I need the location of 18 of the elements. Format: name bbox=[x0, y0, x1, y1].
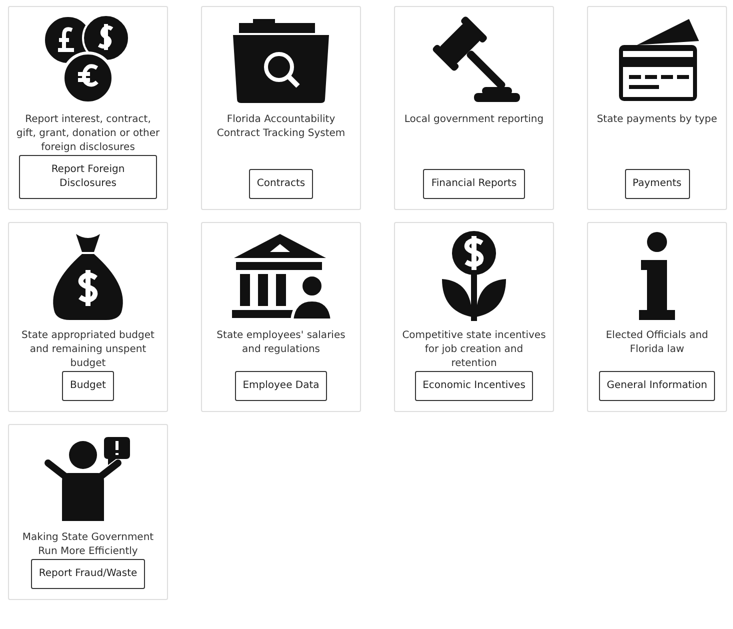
card-button[interactable]: Financial Reports bbox=[423, 169, 525, 199]
card-description: State appropriated budget and remaining unspent budget bbox=[20, 329, 156, 371]
card-button[interactable]: Payments bbox=[624, 169, 690, 199]
card-description: Florida Accountability Contract Tracking System bbox=[216, 113, 346, 141]
card-description: Competitive state incentives for job creation and retention bbox=[401, 329, 547, 371]
card-description: Making State Government Run More Efficiently bbox=[21, 531, 155, 559]
card-button[interactable]: Report Fraud/Waste bbox=[30, 559, 146, 589]
card-description: Elected Officials and Florida law bbox=[604, 329, 710, 357]
card-button[interactable]: General Information bbox=[598, 371, 716, 401]
card-button[interactable]: Budget bbox=[62, 371, 114, 401]
card-button[interactable]: Employee Data bbox=[234, 371, 328, 401]
card-description: State payments by type bbox=[596, 113, 718, 127]
card-button[interactable]: Contracts bbox=[248, 169, 314, 199]
card-description: Local government reporting bbox=[404, 113, 544, 127]
card-description: Report interest, contract, gift, grant, donation or other foreign disclosures bbox=[15, 113, 161, 155]
card-description: State employees' salaries and regulations bbox=[216, 329, 346, 357]
card-button[interactable]: Economic Incentives bbox=[414, 371, 534, 401]
card-button[interactable]: Report Foreign Disclosures bbox=[19, 155, 157, 199]
